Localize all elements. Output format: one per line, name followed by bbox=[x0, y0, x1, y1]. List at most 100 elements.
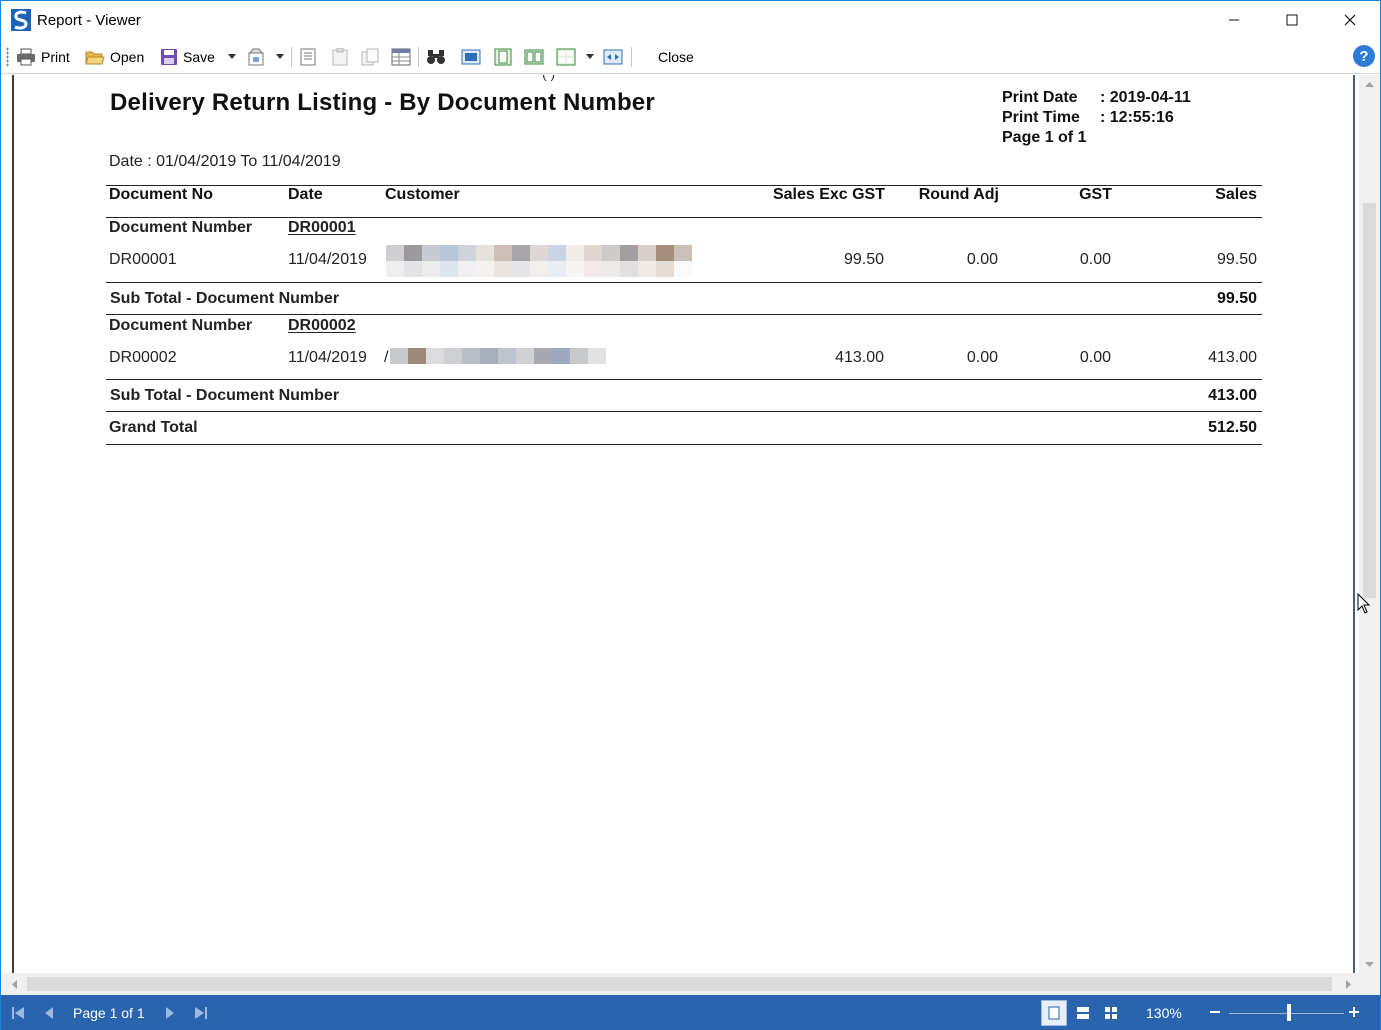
arrow-down-icon bbox=[1365, 961, 1374, 967]
last-page-button[interactable] bbox=[194, 1003, 208, 1023]
subtotal-value: 413.00 bbox=[1208, 387, 1257, 404]
grand-total-value: 512.50 bbox=[1208, 419, 1257, 436]
page-left-border bbox=[12, 75, 14, 973]
multi-page-view-button[interactable] bbox=[1098, 1000, 1124, 1026]
save-dropdown-button[interactable] bbox=[227, 44, 237, 69]
toolbar-separator bbox=[631, 47, 632, 67]
header-bottom-rule bbox=[106, 217, 1262, 218]
plus-icon bbox=[1349, 1007, 1359, 1017]
print-date-value: : 2019-04-11 bbox=[1100, 89, 1191, 106]
multiple-pages-dropdown-button[interactable] bbox=[585, 44, 595, 69]
print-label: Print bbox=[41, 48, 70, 65]
mouse-cursor-icon bbox=[1357, 592, 1371, 620]
paste-button[interactable] bbox=[331, 44, 349, 69]
zoom-slider-thumb[interactable] bbox=[1287, 1004, 1291, 1021]
first-page-icon bbox=[12, 1007, 24, 1019]
open-button[interactable]: Open bbox=[85, 44, 144, 69]
report-title: Delivery Return Listing - By Document Nu… bbox=[110, 89, 655, 116]
table-icon bbox=[391, 48, 411, 65]
print-button[interactable]: Print bbox=[16, 44, 70, 69]
export-icon bbox=[248, 48, 264, 65]
vertical-scroll-thumb[interactable] bbox=[1363, 203, 1376, 598]
parameters-button[interactable] bbox=[391, 44, 411, 69]
export-button[interactable] bbox=[247, 44, 267, 69]
multiple-pages-button[interactable] bbox=[556, 44, 576, 69]
window-title: Report - Viewer bbox=[37, 12, 141, 29]
single-page-view-icon bbox=[1048, 1006, 1060, 1020]
app-logo-icon bbox=[11, 9, 31, 31]
row-document-no: DR00001 bbox=[109, 251, 177, 268]
page-width-icon bbox=[494, 48, 512, 65]
full-screen-icon bbox=[603, 49, 623, 64]
two-pages-button[interactable] bbox=[524, 44, 544, 69]
two-pages-icon bbox=[524, 49, 544, 64]
column-header-customer: Customer bbox=[385, 186, 460, 203]
previous-page-button[interactable] bbox=[43, 1003, 55, 1023]
partial-header-text: ( ) bbox=[542, 75, 555, 81]
page-info: Page 1 of 1 bbox=[1002, 129, 1087, 146]
help-icon[interactable]: ? bbox=[1353, 45, 1375, 67]
column-header-sales: Sales bbox=[1215, 186, 1257, 203]
horizontal-scrollbar[interactable] bbox=[2, 973, 1360, 995]
chevron-down-icon bbox=[586, 54, 594, 59]
save-label: Save bbox=[183, 48, 215, 65]
zoom-in-button[interactable] bbox=[1347, 1003, 1361, 1023]
document-icon bbox=[300, 48, 316, 65]
full-screen-button[interactable] bbox=[603, 44, 623, 69]
page-margin bbox=[2, 75, 12, 973]
horizontal-scroll-thumb[interactable] bbox=[27, 977, 1332, 991]
minus-icon bbox=[1210, 1011, 1220, 1013]
vertical-scrollbar[interactable] bbox=[1359, 75, 1380, 973]
scroll-down-button[interactable] bbox=[1359, 955, 1380, 973]
zoom-out-button[interactable] bbox=[1208, 1003, 1222, 1023]
group-label: Document Number bbox=[109, 219, 253, 236]
minimize-button[interactable] bbox=[1205, 1, 1263, 39]
maximize-button[interactable] bbox=[1263, 1, 1321, 39]
clipboard-icon bbox=[332, 47, 348, 65]
grand-total-bottom-rule bbox=[106, 444, 1262, 445]
find-button[interactable] bbox=[426, 44, 446, 69]
customer-name-prefix: / bbox=[384, 349, 389, 366]
first-page-button[interactable] bbox=[11, 1003, 25, 1023]
grand-total-top-rule bbox=[106, 411, 1262, 412]
page-indicator: Page 1 of 1 bbox=[73, 1005, 145, 1021]
printer-icon bbox=[17, 48, 35, 65]
report-viewer-window: Report - Viewer Print Open Save Close ? … bbox=[0, 0, 1381, 1030]
page-width-button[interactable] bbox=[493, 44, 513, 69]
print-date: Print Date: 2019-04-11 bbox=[1002, 89, 1191, 107]
group-value: DR00001 bbox=[288, 219, 356, 236]
close-window-button[interactable] bbox=[1321, 1, 1379, 39]
print-time-label: Print Time bbox=[1002, 109, 1080, 126]
group-value: DR00002 bbox=[288, 317, 356, 334]
open-label: Open bbox=[110, 48, 145, 65]
next-page-button[interactable] bbox=[164, 1003, 176, 1023]
group-label: Document Number bbox=[109, 317, 253, 334]
subtotal-label: Sub Total - Document Number bbox=[110, 387, 340, 404]
save-button[interactable]: Save bbox=[160, 44, 215, 69]
scroll-left-button[interactable] bbox=[4, 973, 24, 995]
chevron-down-icon bbox=[228, 54, 236, 59]
close-report-button[interactable]: Close bbox=[658, 44, 694, 69]
subtotal-value: 99.50 bbox=[1216, 290, 1257, 307]
scroll-right-button[interactable] bbox=[1338, 973, 1358, 995]
page-setup-button[interactable] bbox=[299, 44, 317, 69]
row-round-adj: 0.00 bbox=[966, 251, 998, 268]
close-label: Close bbox=[658, 48, 694, 65]
column-header-date: Date bbox=[288, 186, 323, 203]
arrow-right-icon bbox=[1345, 979, 1351, 989]
row-date: 11/04/2019 bbox=[288, 251, 367, 268]
row-date: 11/04/2019 bbox=[288, 349, 367, 366]
print-time-value: : 12:55:16 bbox=[1100, 109, 1174, 126]
single-page-button[interactable] bbox=[461, 44, 481, 69]
column-header-document-no: Document No bbox=[109, 186, 213, 203]
single-page-view-button[interactable] bbox=[1041, 1000, 1067, 1026]
subtotal-label: Sub Total - Document Number bbox=[110, 290, 340, 307]
copy-button[interactable] bbox=[361, 44, 379, 69]
continuous-view-button[interactable] bbox=[1070, 1000, 1096, 1026]
scroll-up-button[interactable] bbox=[1359, 75, 1380, 93]
date-range: Date : 01/04/2019 To 11/04/2019 bbox=[109, 153, 341, 170]
toolbar-grip[interactable] bbox=[6, 47, 9, 67]
scrollbar-corner bbox=[1359, 973, 1380, 995]
folder-open-icon bbox=[85, 51, 105, 64]
export-dropdown-button[interactable] bbox=[275, 44, 285, 69]
